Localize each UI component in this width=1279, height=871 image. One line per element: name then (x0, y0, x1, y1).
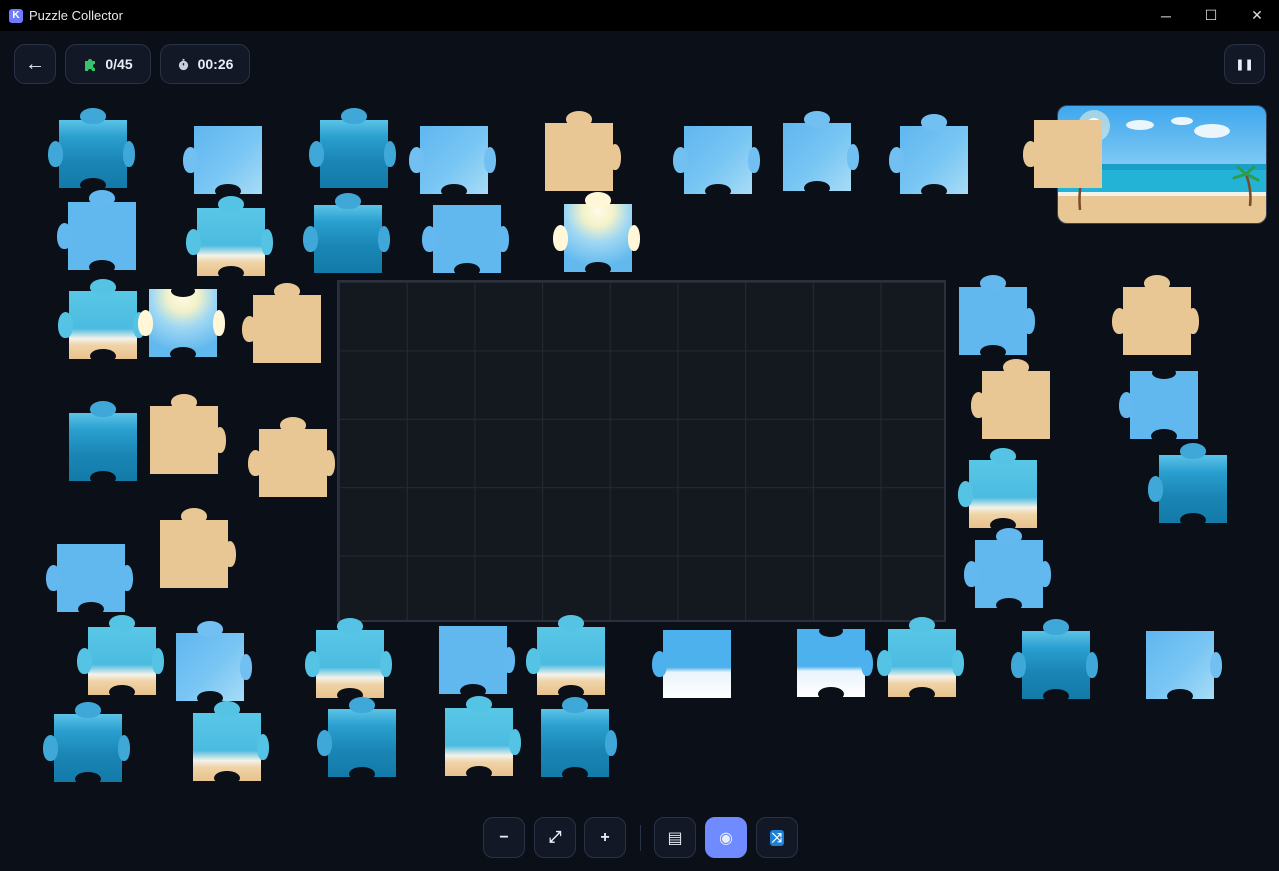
puzzle-board[interactable] (337, 280, 946, 622)
puzzle-piece[interactable] (541, 697, 617, 781)
stopwatch-icon (178, 58, 188, 70)
shuffle-icon: ⤨ (769, 829, 785, 846)
puzzle-piece[interactable] (797, 625, 873, 701)
puzzle-piece[interactable] (46, 544, 133, 616)
puzzle-piece[interactable] (193, 701, 269, 785)
puzzle-piece[interactable] (439, 626, 515, 698)
pieces-count-text: 0/45 (105, 56, 133, 72)
puzzle-piece[interactable] (43, 702, 130, 786)
puzzle-piece[interactable] (48, 108, 135, 192)
zoom-in-button[interactable]: + (584, 817, 626, 858)
puzzle-piece[interactable] (1119, 367, 1198, 443)
app-logo-icon: K (9, 8, 23, 23)
timer: 00:26 (160, 44, 250, 84)
maximize-button[interactable]: ☐ (1188, 0, 1234, 31)
expand-icon: ⤢ (548, 828, 562, 846)
puzzle-piece[interactable] (69, 401, 137, 485)
tray-icon: ▤ (667, 829, 683, 847)
puzzle-piece[interactable] (305, 618, 392, 702)
puzzle-piece[interactable] (971, 359, 1050, 439)
piece-tray-button[interactable]: ▤ (654, 817, 696, 858)
puzzle-piece[interactable] (673, 126, 760, 198)
puzzle-piece[interactable] (317, 697, 396, 781)
puzzle-piece[interactable] (964, 528, 1051, 612)
puzzle-piece[interactable] (58, 279, 145, 363)
puzzle-piece[interactable] (526, 615, 605, 699)
pieces-counter: 0/45 (65, 44, 151, 84)
puzzle-piece[interactable] (1148, 443, 1227, 527)
minus-icon: − (499, 828, 509, 846)
window-title: Puzzle Collector (29, 8, 123, 23)
puzzle-piece[interactable] (1146, 631, 1222, 703)
puzzle-piece[interactable] (958, 448, 1037, 532)
puzzle-piece[interactable] (1112, 275, 1199, 355)
puzzle-piece[interactable] (303, 193, 390, 273)
timer-text: 00:26 (197, 56, 234, 72)
puzzle-piece[interactable] (248, 417, 335, 497)
fit-to-screen-button[interactable]: ⤢ (534, 817, 576, 858)
puzzle-piece[interactable] (57, 190, 136, 274)
puzzle-piece[interactable] (150, 394, 226, 474)
puzzle-piece[interactable] (422, 205, 509, 277)
toolbar-divider (640, 825, 641, 851)
shuffle-button[interactable]: ⤨ (756, 817, 798, 858)
puzzle-piece[interactable] (409, 126, 496, 198)
pause-button[interactable]: ❚❚ (1224, 44, 1265, 84)
puzzle-piece[interactable] (652, 630, 731, 698)
zoom-out-button[interactable]: − (483, 817, 525, 858)
minimize-button[interactable]: ─ (1143, 0, 1189, 31)
puzzle-piece[interactable] (176, 621, 252, 705)
toggle-preview-button[interactable]: ◉ (705, 817, 747, 858)
puzzle-piece[interactable] (183, 126, 262, 198)
puzzle-piece[interactable] (1023, 120, 1102, 188)
puzzle-piece[interactable] (242, 283, 321, 363)
puzzle-piece[interactable] (959, 275, 1035, 359)
puzzle-piece[interactable] (77, 615, 164, 699)
puzzle-piece[interactable] (783, 111, 859, 195)
puzzle-piece[interactable] (138, 285, 225, 361)
back-button[interactable]: ← (14, 44, 56, 84)
plus-icon: + (600, 828, 610, 846)
puzzle-piece[interactable] (160, 508, 236, 588)
puzzle-piece-icon (85, 59, 96, 71)
close-button[interactable]: ✕ (1234, 0, 1279, 31)
puzzle-piece[interactable] (545, 111, 621, 191)
puzzle-piece[interactable] (309, 108, 396, 188)
pause-icon: ❚❚ (1235, 58, 1254, 71)
puzzle-piece[interactable] (186, 196, 273, 280)
puzzle-piece[interactable] (1011, 619, 1098, 703)
puzzle-piece[interactable] (877, 617, 964, 701)
puzzle-piece[interactable] (553, 192, 640, 276)
puzzle-piece[interactable] (889, 114, 968, 198)
eye-icon: ◉ (719, 829, 733, 847)
back-arrow-icon: ← (25, 52, 45, 75)
puzzle-piece[interactable] (445, 696, 521, 780)
title-bar: K Puzzle Collector ─ ☐ ✕ (0, 0, 1279, 31)
